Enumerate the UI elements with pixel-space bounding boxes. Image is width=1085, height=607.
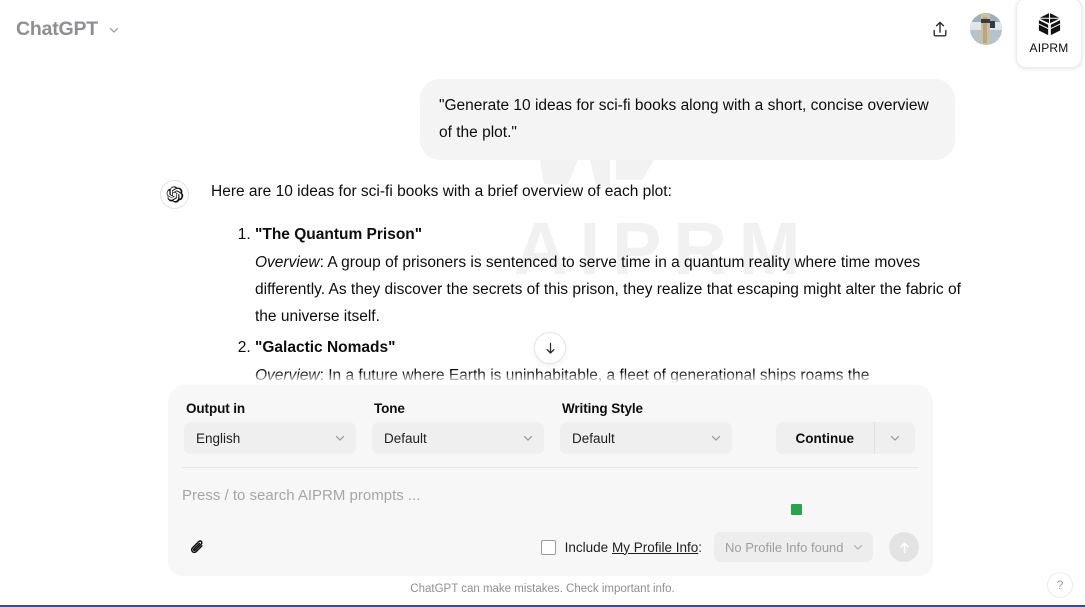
writing-style-field: Writing Style Default	[560, 401, 732, 454]
tone-field: Tone Default	[372, 401, 544, 454]
paperclip-icon	[190, 539, 203, 553]
idea-list: "The Quantum Prison" Overview: A group o…	[211, 221, 965, 389]
user-message-row: "Generate 10 ideas for sci-fi books alon…	[420, 79, 955, 160]
prompt-placeholder: Press / to search AIPRM prompts ...	[182, 487, 421, 504]
output-in-select[interactable]: English	[184, 422, 356, 454]
prompt-input-area[interactable]: Press / to search AIPRM prompts ...	[168, 468, 933, 522]
include-profile-checkbox[interactable]	[540, 539, 556, 555]
user-avatar-image	[970, 13, 1002, 45]
overview-label: Overview	[255, 367, 320, 384]
assistant-message-body: Here are 10 ideas for sci-fi books with …	[211, 178, 965, 393]
model-switcher-button[interactable]: ChatGPT	[8, 14, 129, 45]
arrow-down-icon	[545, 342, 555, 354]
idea-title: "The Quantum Prison"	[255, 226, 423, 243]
idea-title: "Galactic Nomads"	[255, 339, 396, 356]
tone-value: Default	[384, 430, 427, 446]
attach-file-button[interactable]	[182, 532, 212, 562]
chevron-down-icon	[109, 27, 119, 33]
aiprm-button-label: AIPRM	[1029, 41, 1069, 55]
chevron-down-icon	[890, 435, 900, 441]
overview-label: Overview	[255, 254, 320, 271]
scroll-to-bottom-button[interactable]	[534, 332, 566, 364]
output-in-value: English	[196, 430, 241, 446]
aiprm-cube-icon	[1038, 12, 1060, 36]
assistant-intro-text: Here are 10 ideas for sci-fi books with …	[211, 183, 672, 200]
disclaimer-text: ChatGPT can make mistakes. Check importa…	[410, 583, 675, 595]
overview-text: : In a future where Earth is uninhabitab…	[319, 367, 870, 384]
profile-info-value: No Profile Info found	[725, 539, 844, 555]
include-suffix: :	[698, 539, 702, 555]
aiprm-composer-panel: Output in English Tone Default Writing S…	[168, 385, 933, 576]
writing-style-value: Default	[572, 430, 615, 446]
my-profile-info-link[interactable]: My Profile Info	[612, 540, 698, 555]
idea-overview: Overview: A group of prisoners is senten…	[255, 249, 965, 330]
chevron-down-icon	[711, 435, 721, 441]
chevron-down-icon	[523, 435, 533, 441]
avatar[interactable]	[970, 13, 1002, 45]
chevron-down-icon	[853, 544, 863, 550]
openai-logo-icon	[166, 186, 184, 203]
include-prefix: Include	[564, 539, 612, 555]
aiprm-toolbar: Output in English Tone Default Writing S…	[168, 385, 933, 467]
writing-style-select[interactable]: Default	[560, 422, 732, 454]
composer-bottom-row: Include My Profile Info: No Profile Info…	[168, 522, 933, 576]
header-actions: AIPRM	[922, 0, 1085, 68]
share-button[interactable]	[922, 11, 958, 47]
include-profile-label: Include My Profile Info:	[565, 540, 702, 555]
chevron-down-icon	[335, 435, 345, 441]
overview-text: : A group of prisoners is sentenced to s…	[255, 254, 961, 325]
output-in-field: Output in English	[184, 401, 356, 454]
include-profile-group: Include My Profile Info: No Profile Info…	[540, 532, 919, 562]
aiprm-panel-button[interactable]: AIPRM	[1016, 0, 1082, 68]
top-header: ChatGPT AIPRM	[0, 0, 1085, 68]
tone-select[interactable]: Default	[372, 422, 544, 454]
send-button[interactable]	[889, 532, 919, 562]
continue-button-group: Continue	[775, 422, 915, 454]
assistant-message-row: Here are 10 ideas for sci-fi books with …	[160, 178, 965, 393]
brand-name: ChatGPT	[16, 18, 99, 40]
output-in-label: Output in	[186, 401, 246, 416]
arrow-up-icon	[899, 541, 909, 553]
continue-dropdown-button[interactable]	[874, 422, 915, 454]
tone-label: Tone	[374, 401, 405, 416]
help-button[interactable]: ?	[1047, 572, 1073, 598]
status-indicator-dot	[791, 504, 802, 515]
chatgpt-aiprm-window: AIPRM ChatGPT AIPRM "Generate 10 ideas f…	[0, 0, 1085, 607]
share-upload-icon	[933, 21, 947, 37]
profile-info-select[interactable]: No Profile Info found	[714, 532, 873, 562]
user-message-bubble: "Generate 10 ideas for sci-fi books alon…	[420, 79, 955, 160]
continue-button[interactable]: Continue	[775, 422, 874, 454]
assistant-avatar	[160, 180, 189, 209]
list-item: "Galactic Nomads" Overview: In a future …	[255, 334, 965, 389]
list-item: "The Quantum Prison" Overview: A group o…	[255, 221, 965, 330]
writing-style-label: Writing Style	[562, 401, 643, 416]
